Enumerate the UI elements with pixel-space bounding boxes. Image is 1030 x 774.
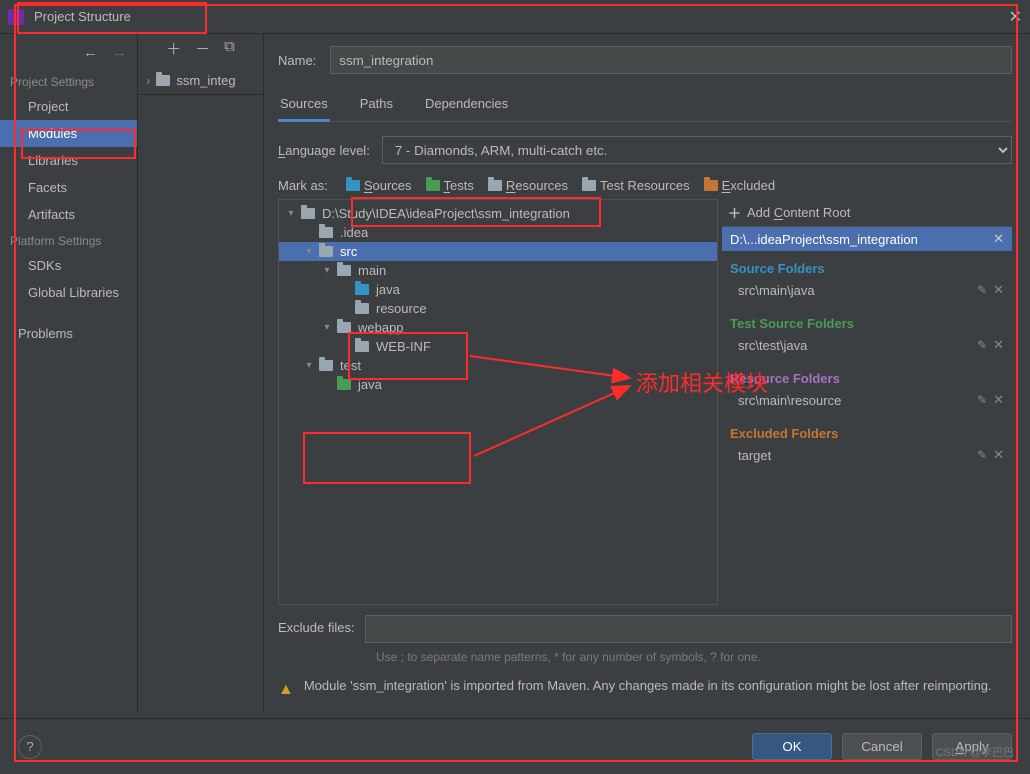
tree-row[interactable]: WEB-INF	[279, 337, 717, 356]
sidebar-heading: Project Settings	[0, 69, 137, 93]
tree-row[interactable]: ▾main	[279, 261, 717, 280]
remove-icon[interactable]: ✕	[993, 282, 1004, 298]
name-label: Name:	[278, 53, 316, 68]
app-icon	[8, 9, 24, 25]
exclude-files-label: Exclude files:	[278, 615, 355, 635]
cancel-button[interactable]: Cancel	[842, 733, 922, 760]
folder-item[interactable]: src\test\java✎✕	[730, 335, 1004, 359]
help-button[interactable]: ?	[18, 735, 42, 759]
tree-row[interactable]: resource	[279, 299, 717, 318]
edit-icon[interactable]: ✎	[977, 338, 987, 352]
folder-item[interactable]: src\main\java✎✕	[730, 280, 1004, 304]
module-tabs: Sources Paths Dependencies	[278, 90, 1012, 122]
folder-item[interactable]: target✎✕	[730, 445, 1004, 469]
module-content: Name: Sources Paths Dependencies Languag…	[264, 34, 1030, 712]
folder-section-title: Source Folders	[730, 257, 1004, 280]
mark-sources[interactable]: Sources	[346, 178, 412, 193]
remove-icon[interactable]: ✕	[993, 392, 1004, 408]
settings-sidebar: ← → Project Settings Project Modules Lib…	[0, 34, 138, 712]
warning-icon: ▲	[278, 678, 294, 702]
remove-icon[interactable]: ✕	[993, 447, 1004, 463]
mark-resources[interactable]: Resources	[488, 178, 568, 193]
sidebar-item-libraries[interactable]: Libraries	[0, 147, 137, 174]
tree-row[interactable]: ▾src	[279, 242, 717, 261]
folder-item[interactable]: src\main\resource✎✕	[730, 390, 1004, 414]
source-tree[interactable]: ▾D:\Study\IDEA\ideaProject\ssm_integrati…	[278, 199, 718, 605]
plus-icon: ＋	[728, 203, 741, 222]
add-content-root[interactable]: ＋ Add Content Root	[722, 199, 1012, 227]
mark-excluded[interactable]: Excluded	[704, 178, 775, 193]
content-root-path[interactable]: D:\...ideaProject\ssm_integration ✕	[722, 227, 1012, 251]
module-crumb[interactable]: › ssm_integ	[138, 67, 263, 95]
edit-icon[interactable]: ✎	[977, 393, 987, 407]
module-list: ＋ － ⧉ › ssm_integ	[138, 34, 264, 712]
module-name: ssm_integ	[176, 73, 235, 88]
copy-icon[interactable]: ⧉	[224, 38, 235, 59]
remove-root-icon[interactable]: ✕	[993, 231, 1004, 247]
chevron-right-icon: ›	[146, 73, 150, 88]
sidebar-item-modules[interactable]: Modules	[0, 120, 137, 147]
tree-row[interactable]: ▾D:\Study\IDEA\ideaProject\ssm_integrati…	[279, 204, 717, 223]
folder-icon	[156, 75, 170, 86]
forward-icon[interactable]: →	[112, 44, 127, 61]
add-icon[interactable]: ＋	[166, 38, 181, 59]
tree-row[interactable]: ▾webapp	[279, 318, 717, 337]
sidebar-item-global-libs[interactable]: Global Libraries	[0, 279, 137, 306]
language-level-label: Language level:	[278, 143, 370, 158]
folder-section-title: Excluded Folders	[730, 422, 1004, 445]
edit-icon[interactable]: ✎	[977, 448, 987, 462]
apply-button[interactable]: Apply	[932, 733, 1012, 760]
content-roots-pane: ＋ Add Content Root D:\...ideaProject\ssm…	[722, 199, 1012, 605]
remove-icon[interactable]: －	[195, 38, 210, 59]
language-level-select[interactable]: 7 - Diamonds, ARM, multi-catch etc.	[382, 136, 1012, 164]
titlebar: Project Structure ✕	[0, 0, 1030, 34]
window-title: Project Structure	[34, 9, 131, 24]
tree-row[interactable]: java	[279, 280, 717, 299]
module-name-input[interactable]	[330, 46, 1012, 74]
tab-dependencies[interactable]: Dependencies	[423, 90, 510, 121]
edit-icon[interactable]: ✎	[977, 283, 987, 297]
ok-button[interactable]: OK	[752, 733, 832, 760]
mark-test-resources[interactable]: Test Resources	[582, 178, 690, 193]
sidebar-item-sdks[interactable]: SDKs	[0, 252, 137, 279]
sidebar-item-project[interactable]: Project	[0, 93, 137, 120]
sidebar-item-artifacts[interactable]: Artifacts	[0, 201, 137, 228]
tree-row[interactable]: ▾test	[279, 356, 717, 375]
dialog-footer: ? OK Cancel Apply	[0, 718, 1030, 774]
folder-section-title: Resource Folders	[730, 367, 1004, 390]
tab-sources[interactable]: Sources	[278, 90, 330, 122]
exclude-hint: Use ; to separate name patterns, * for a…	[376, 649, 1012, 666]
sidebar-item-problems[interactable]: Problems	[0, 320, 137, 347]
back-icon[interactable]: ←	[83, 44, 98, 61]
tree-row[interactable]: java	[279, 375, 717, 394]
tab-paths[interactable]: Paths	[358, 90, 395, 121]
tree-row[interactable]: .idea	[279, 223, 717, 242]
maven-warning: ▲ Module 'ssm_integration' is imported f…	[278, 666, 1012, 712]
remove-icon[interactable]: ✕	[993, 337, 1004, 353]
mark-as-label: Mark as:	[278, 178, 328, 193]
mark-tests[interactable]: Tests	[426, 178, 474, 193]
sidebar-heading: Platform Settings	[0, 228, 137, 252]
close-icon[interactable]: ✕	[1009, 7, 1022, 27]
mark-as-row: Mark as: Sources Tests Resources Test Re…	[278, 178, 1012, 193]
exclude-files-input[interactable]	[365, 615, 1012, 643]
folder-section-title: Test Source Folders	[730, 312, 1004, 335]
sidebar-item-facets[interactable]: Facets	[0, 174, 137, 201]
